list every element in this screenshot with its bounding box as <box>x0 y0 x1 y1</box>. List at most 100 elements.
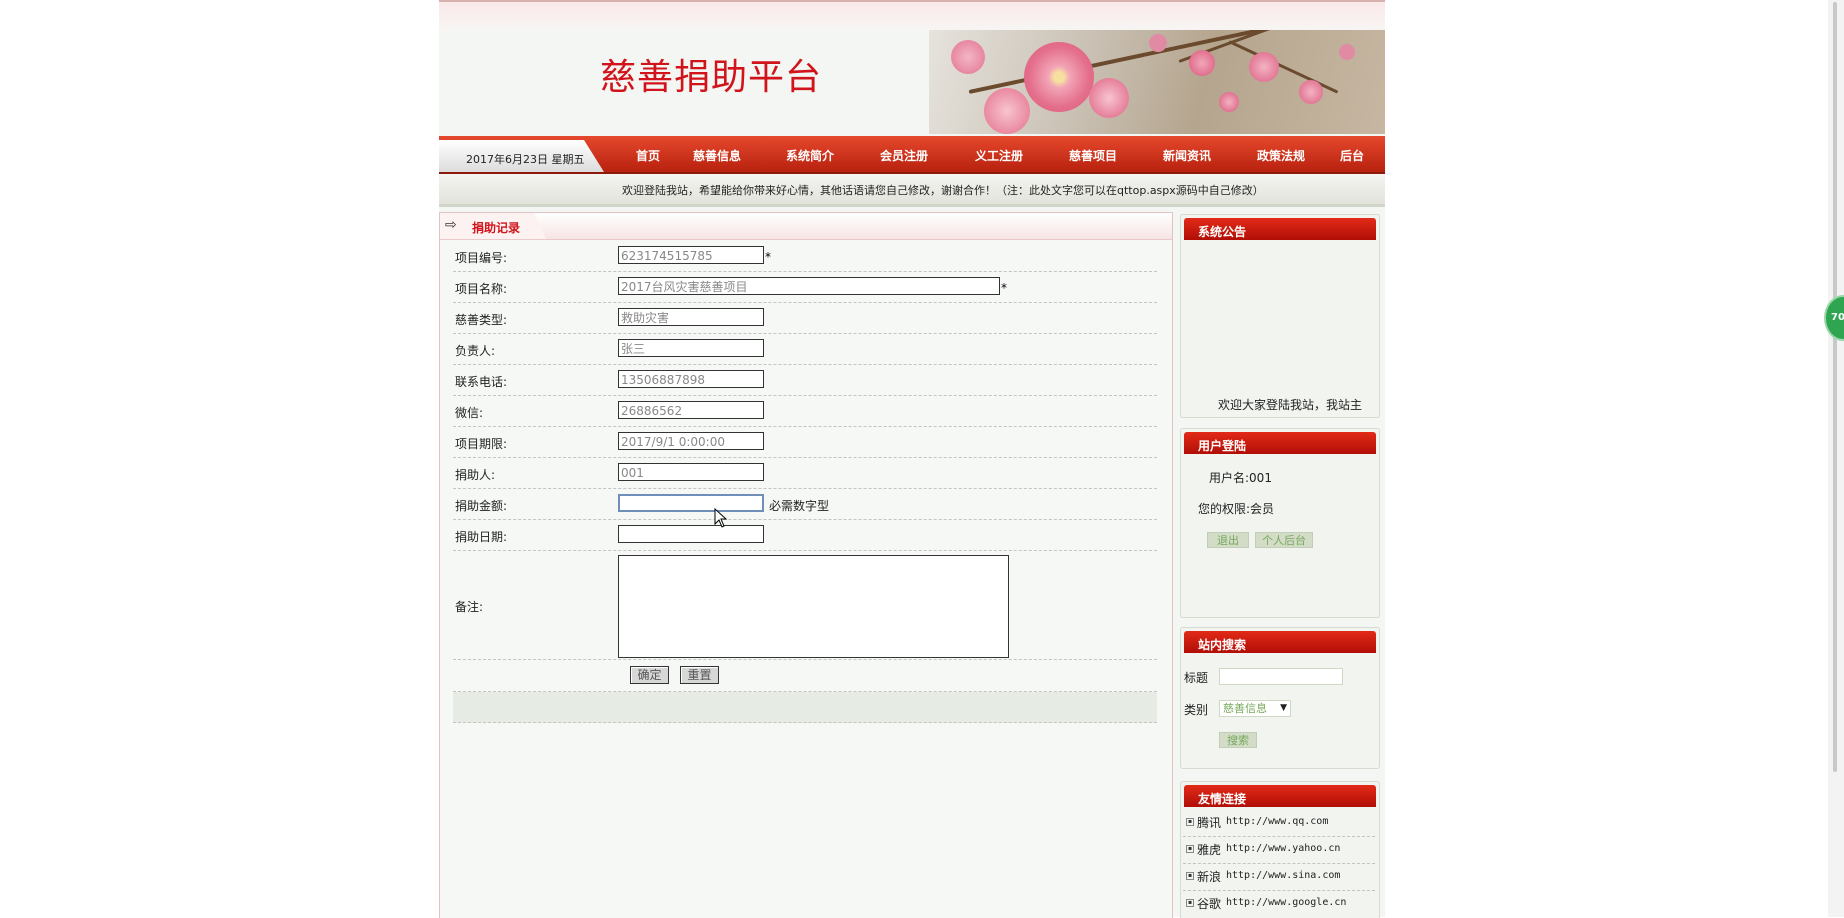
field-label: 捐助日期: <box>455 530 508 544</box>
link-item[interactable]: ▪ 新浪 http://www.sina.com <box>1183 863 1375 891</box>
box-header: 系统公告 <box>1184 218 1376 240</box>
search-title-input[interactable] <box>1219 668 1343 685</box>
project-id-input[interactable]: 623174515785 <box>618 246 764 264</box>
form-row-amount: 捐助金额: 必需数字型 <box>453 489 1157 520</box>
nav-member-register[interactable]: 会员注册 <box>880 147 928 164</box>
nav-volunteer-register[interactable]: 义工注册 <box>975 147 1023 164</box>
field-label: 慈善类型: <box>455 313 508 327</box>
form-row-owner: 负责人: 张三 <box>453 334 1157 365</box>
form-row-remark: 备注: <box>453 551 1157 660</box>
panel-header: ⇨ 捐助记录 <box>440 213 1172 240</box>
form-row-deadline: 项目期限: 2017/9/1 0:00:00 <box>453 427 1157 458</box>
donation-date-input[interactable] <box>618 525 764 543</box>
link-url: http://www.google.cn <box>1226 897 1347 908</box>
link-name: 新浪 <box>1197 870 1222 884</box>
owner-input[interactable]: 张三 <box>618 339 764 357</box>
form-row-date: 捐助日期: <box>453 520 1157 551</box>
amount-input[interactable] <box>618 494 764 512</box>
site-title: 慈善捐助平台 <box>600 57 823 98</box>
username-text: 用户名:001 <box>1209 471 1272 485</box>
main-nav: 2017年6月23日 星期五 首页 慈善信息 系统简介 会员注册 义工注册 慈善… <box>439 136 1385 174</box>
charity-type-input[interactable]: 救助灾害 <box>618 308 764 326</box>
reset-button[interactable]: 重置 <box>680 666 719 684</box>
page-scrollbar[interactable] <box>1828 0 1844 917</box>
bullet-icon: ▪ <box>1186 899 1194 907</box>
links-box: 友情连接 ▪ 腾讯 http://www.qq.com ▪ 雅虎 http://… <box>1180 781 1380 918</box>
top-strip <box>439 0 1385 32</box>
submit-button[interactable]: 确定 <box>630 666 669 684</box>
required-mark: * <box>765 250 771 264</box>
link-item[interactable]: ▪ 腾讯 http://www.qq.com <box>1183 809 1375 837</box>
dropdown-arrow-icon: ▼ <box>1280 703 1287 713</box>
logout-button[interactable]: 退出 <box>1207 532 1249 548</box>
form-row-phone: 联系电话: 13506887898 <box>453 365 1157 396</box>
panel-title: 捐助记录 <box>472 221 521 235</box>
link-name: 腾讯 <box>1197 816 1222 830</box>
search-button[interactable]: 搜索 <box>1219 732 1257 748</box>
donation-record-panel: ⇨ 捐助记录 项目编号: 623174515785 * 项目名称: 2017台风… <box>439 212 1173 918</box>
wechat-input[interactable]: 26886562 <box>618 401 764 419</box>
nav-admin[interactable]: 后台 <box>1340 147 1364 164</box>
form-row-actions: 确定 重置 <box>453 660 1157 692</box>
field-label: 捐助金额: <box>455 499 508 513</box>
amount-hint: 必需数字型 <box>769 499 830 513</box>
phone-input[interactable]: 13506887898 <box>618 370 764 388</box>
link-url: http://www.sina.com <box>1226 870 1341 881</box>
link-name: 谷歌 <box>1197 897 1222 911</box>
field-label: 联系电话: <box>455 375 508 389</box>
search-category-select[interactable]: 慈善信息 ▼ <box>1219 700 1291 717</box>
deadline-input[interactable]: 2017/9/1 0:00:00 <box>618 432 764 450</box>
announcement-text: 欢迎大家登陆我站，我站主 <box>1218 398 1363 412</box>
announcement-title: 系统公告 <box>1198 225 1247 239</box>
category-value: 慈善信息 <box>1223 702 1267 715</box>
notice-bar: 欢迎登陆我站，希望能给你带来好心情，其他话语请您自己修改，谢谢合作！（注：此处文… <box>439 174 1385 207</box>
nav-system-intro[interactable]: 系统简介 <box>786 147 834 164</box>
nav-news[interactable]: 新闻资讯 <box>1163 147 1211 164</box>
links-title: 友情连接 <box>1198 792 1247 806</box>
role-text: 您的权限:会员 <box>1198 502 1275 516</box>
login-title: 用户登陆 <box>1198 439 1247 453</box>
form-row-project-name: 项目名称: 2017台风灾害慈善项目 * <box>453 272 1157 303</box>
required-mark: * <box>1001 281 1007 295</box>
nav-home[interactable]: 首页 <box>636 147 660 164</box>
search-title-label: 标题 <box>1184 671 1209 685</box>
current-date: 2017年6月23日 星期五 <box>466 153 585 166</box>
field-label: 捐助人: <box>455 468 496 482</box>
project-name-input[interactable]: 2017台风灾害慈善项目 <box>618 277 1000 295</box>
floating-badge[interactable]: 70 <box>1824 295 1844 341</box>
bullet-icon: ▪ <box>1186 845 1194 853</box>
box-header: 站内搜索 <box>1184 631 1376 653</box>
mouse-cursor-icon <box>714 508 728 528</box>
scrollbar-thumb[interactable] <box>1833 2 1837 772</box>
page-container: 慈善捐助平台 2017年6月23日 星期五 首页 慈善信息 系统简介 会员注册 … <box>439 0 1385 918</box>
personal-center-button[interactable]: 个人后台 <box>1255 532 1313 548</box>
arrow-right-icon: ⇨ <box>445 217 457 233</box>
plum-blossom-banner <box>929 30 1385 134</box>
nav-charity-info[interactable]: 慈善信息 <box>693 147 741 164</box>
search-category-label: 类别 <box>1184 703 1209 717</box>
nav-charity-projects[interactable]: 慈善项目 <box>1069 147 1117 164</box>
link-url: http://www.qq.com <box>1226 816 1329 827</box>
box-header: 友情连接 <box>1184 785 1376 807</box>
remark-textarea[interactable] <box>618 555 1009 658</box>
bullet-icon: ▪ <box>1186 872 1194 880</box>
link-url: http://www.yahoo.cn <box>1226 843 1341 854</box>
announcement-box: 系统公告 欢迎大家登陆我站，我站主 <box>1180 214 1380 418</box>
login-box: 用户登陆 用户名:001 您的权限:会员 退出 个人后台 <box>1180 428 1380 618</box>
form-row-wechat: 微信: 26886562 <box>453 396 1157 427</box>
panel-tab: ⇨ 捐助记录 <box>440 213 546 239</box>
form-row-donor: 捐助人: 001 <box>453 458 1157 489</box>
donor-input[interactable]: 001 <box>618 463 764 481</box>
box-header: 用户登陆 <box>1184 432 1376 454</box>
field-label: 项目期限: <box>455 437 508 451</box>
link-item[interactable]: ▪ 雅虎 http://www.yahoo.cn <box>1183 836 1375 864</box>
form-row-charity-type: 慈善类型: 救助灾害 <box>453 303 1157 334</box>
bullet-icon: ▪ <box>1186 818 1194 826</box>
link-item[interactable]: ▪ 谷歌 http://www.google.cn <box>1183 890 1375 917</box>
field-label: 项目名称: <box>455 282 508 296</box>
field-label: 备注: <box>455 600 484 614</box>
field-label: 项目编号: <box>455 251 508 265</box>
link-name: 雅虎 <box>1197 843 1222 857</box>
search-box: 站内搜索 标题 类别 慈善信息 ▼ 搜索 <box>1180 627 1380 769</box>
nav-policies[interactable]: 政策法规 <box>1257 147 1305 164</box>
